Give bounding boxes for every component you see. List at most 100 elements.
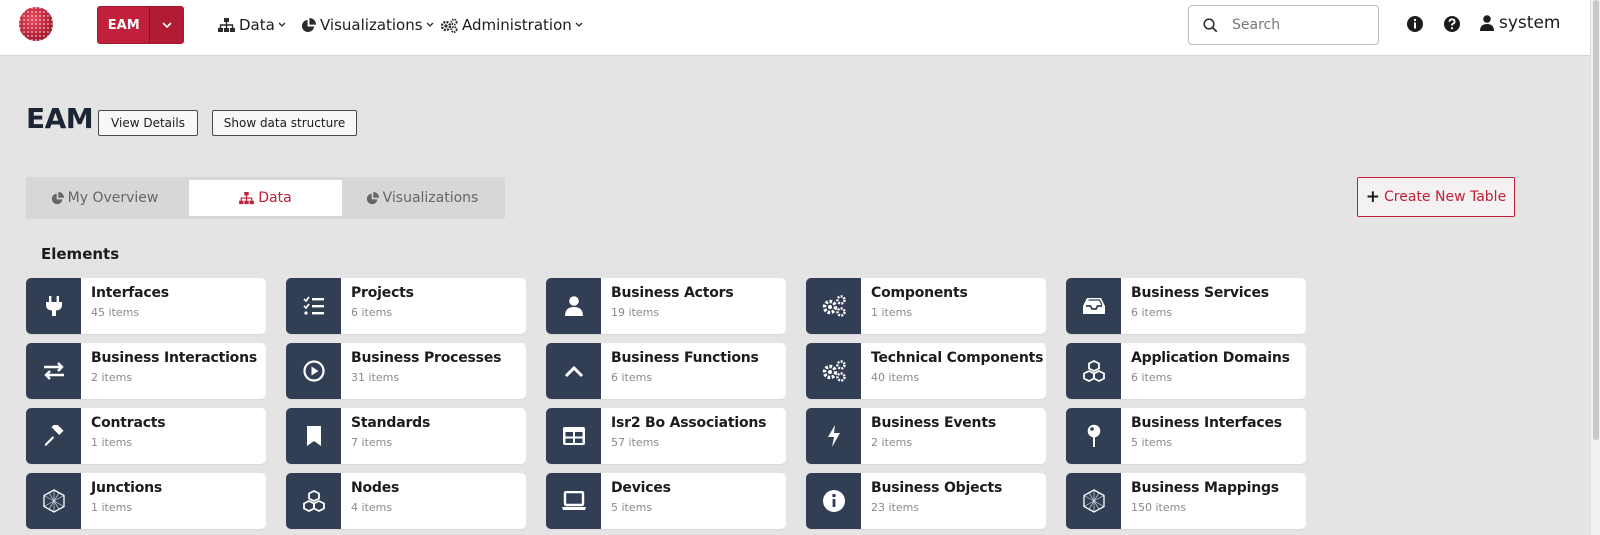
globe-logo-icon[interactable]	[18, 6, 54, 42]
element-name: Business Interfaces	[1131, 415, 1282, 431]
tab-my-overview-label[interactable]: My Overview	[68, 190, 159, 206]
create-new-table-button[interactable]: + Create New Table	[1357, 177, 1515, 217]
element-card-text: Components 1 items	[861, 278, 968, 334]
exchange-icon	[26, 343, 81, 399]
element-name: Business Events	[871, 415, 996, 431]
page-scrollbar[interactable]	[1590, 0, 1600, 535]
element-card[interactable]: Components 1 items	[806, 278, 1046, 334]
element-card[interactable]: Business Mappings 150 items	[1066, 473, 1306, 529]
element-card-text: Business Functions 6 items	[601, 343, 759, 399]
nav-administration[interactable]: Administration	[440, 14, 583, 36]
user-name[interactable]: system	[1499, 13, 1560, 33]
element-card-text: Standards 7 items	[341, 408, 430, 464]
laptop-icon	[546, 473, 601, 529]
scrollbar-thumb[interactable]	[1593, 0, 1599, 440]
element-count: 19 items	[611, 306, 660, 319]
tab-data-label[interactable]: Data	[258, 190, 291, 206]
pin-icon	[1066, 408, 1121, 464]
user-menu[interactable]: system	[1480, 13, 1560, 33]
cubes-icon	[1066, 343, 1121, 399]
element-count: 31 items	[351, 371, 400, 384]
tab-data[interactable]: Data	[189, 180, 342, 216]
inbox-icon	[1066, 278, 1121, 334]
sitemap-icon	[239, 191, 255, 204]
element-card[interactable]: Isr2 Bo Associations 57 items	[546, 408, 786, 464]
element-count: 150 items	[1131, 501, 1187, 514]
element-name: Standards	[351, 415, 431, 431]
view-tabs: My Overview Data Visualizations	[26, 177, 505, 219]
app-switcher-button[interactable]: EAM	[97, 6, 184, 44]
element-card[interactable]: Technical Components 40 items	[806, 343, 1046, 399]
page-title: EAM	[26, 102, 94, 135]
element-name: Technical Components	[871, 350, 1044, 366]
app-switcher-label[interactable]: EAM	[98, 7, 149, 43]
create-new-table-label[interactable]: Create New Table	[1384, 189, 1506, 205]
element-card[interactable]: Contracts 1 items	[26, 408, 266, 464]
element-card[interactable]: Business Services 6 items	[1066, 278, 1306, 334]
element-count: 1 items	[91, 501, 133, 514]
gavel-icon	[26, 408, 81, 464]
element-count: 6 items	[1131, 371, 1173, 384]
nav-data[interactable]: Data	[218, 14, 286, 36]
element-card[interactable]: Business Interfaces 5 items	[1066, 408, 1306, 464]
element-name: Business Mappings	[1131, 480, 1279, 496]
element-card[interactable]: Business Interactions 2 items	[26, 343, 266, 399]
chevron-down-icon	[575, 22, 583, 27]
element-card[interactable]: Junctions 1 items	[26, 473, 266, 529]
tab-visualizations-label[interactable]: Visualizations	[383, 190, 479, 206]
element-card-text: Business Mappings 150 items	[1121, 473, 1279, 529]
element-card[interactable]: Devices 5 items	[546, 473, 786, 529]
top-navbar: EAM Data Visualizations Administration s…	[0, 0, 1590, 56]
element-name: Interfaces	[91, 285, 169, 301]
element-count: 5 items	[611, 501, 653, 514]
element-count: 57 items	[611, 436, 660, 449]
user-icon	[1480, 15, 1494, 31]
element-card[interactable]: Business Events 2 items	[806, 408, 1046, 464]
element-card[interactable]: Standards 7 items	[286, 408, 526, 464]
element-count: 45 items	[91, 306, 140, 319]
element-card-text: Business Actors 19 items	[601, 278, 734, 334]
sitemap-icon	[218, 17, 235, 32]
element-card-text: Application Domains 6 items	[1121, 343, 1290, 399]
play-circle-icon	[286, 343, 341, 399]
hexagon-icon	[1066, 473, 1121, 529]
nav-visualizations-label[interactable]: Visualizations	[320, 16, 423, 34]
element-name: Isr2 Bo Associations	[611, 415, 767, 431]
plus-icon: +	[1365, 187, 1381, 207]
element-card[interactable]: Application Domains 6 items	[1066, 343, 1306, 399]
element-name: Contracts	[91, 415, 166, 431]
cogs-icon	[806, 278, 861, 334]
show-data-structure-button[interactable]: Show data structure	[212, 110, 357, 136]
chevron-down-icon[interactable]	[149, 7, 183, 43]
view-details-button[interactable]: View Details	[98, 110, 198, 136]
bookmark-icon	[286, 408, 341, 464]
info-icon[interactable]	[1406, 15, 1424, 33]
element-card[interactable]: Business Processes 31 items	[286, 343, 526, 399]
section-title: Elements	[41, 245, 120, 263]
user-icon	[546, 278, 601, 334]
element-card[interactable]: Business Functions 6 items	[546, 343, 786, 399]
element-count: 1 items	[91, 436, 133, 449]
search-box[interactable]	[1188, 5, 1379, 45]
element-card[interactable]: Business Actors 19 items	[546, 278, 786, 334]
element-card-text: Business Interfaces 5 items	[1121, 408, 1282, 464]
element-card[interactable]: Interfaces 45 items	[26, 278, 266, 334]
element-card[interactable]: Projects 6 items	[286, 278, 526, 334]
nav-data-label[interactable]: Data	[239, 16, 275, 34]
nav-administration-label[interactable]: Administration	[462, 16, 572, 34]
element-card-text: Business Processes 31 items	[341, 343, 501, 399]
element-count: 1 items	[871, 306, 913, 319]
bolt-icon	[806, 408, 861, 464]
nav-visualizations[interactable]: Visualizations	[301, 14, 434, 36]
tab-visualizations[interactable]: Visualizations	[342, 180, 502, 216]
element-name: Junctions	[91, 480, 163, 496]
element-card[interactable]: Nodes 4 items	[286, 473, 526, 529]
element-name: Business Functions	[611, 350, 759, 366]
element-card[interactable]: Business Objects 23 items	[806, 473, 1046, 529]
help-icon[interactable]	[1443, 15, 1461, 33]
tab-my-overview[interactable]: My Overview	[29, 180, 180, 216]
element-count: 40 items	[871, 371, 920, 384]
cogs-icon	[440, 18, 458, 33]
search-input[interactable]	[1232, 17, 1372, 33]
chevron-up-icon	[546, 343, 601, 399]
